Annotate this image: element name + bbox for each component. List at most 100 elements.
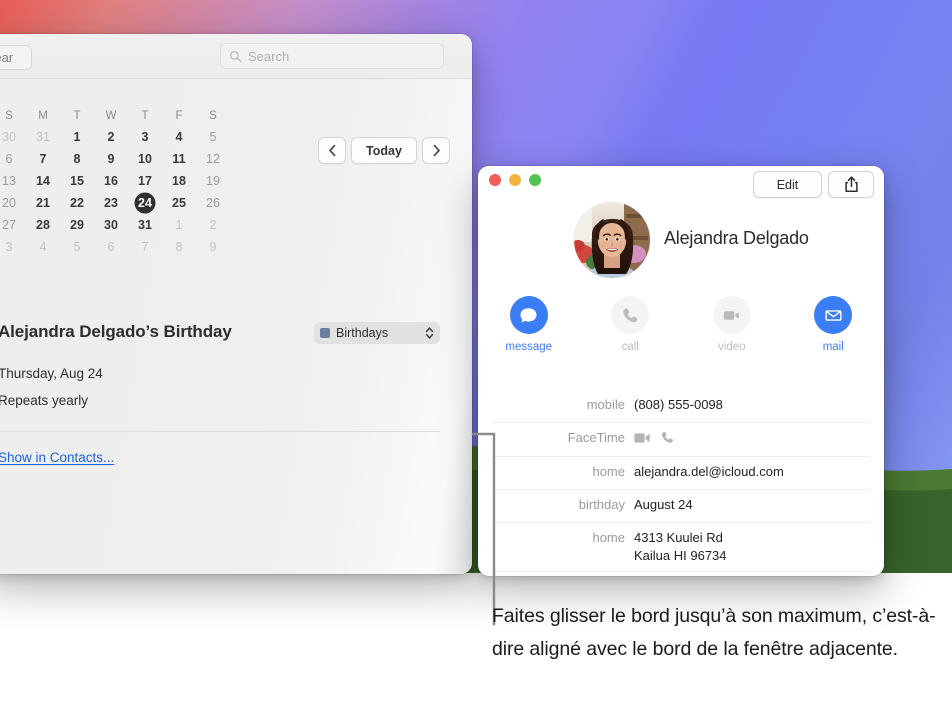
calendar-day-cell[interactable]: 23 xyxy=(94,192,128,214)
calendar-day-label: 4 xyxy=(39,240,47,254)
contact-field-row[interactable]: birthday August 24 xyxy=(492,489,870,522)
calendar-day-label: 11 xyxy=(172,152,186,166)
today-button[interactable]: Today xyxy=(351,137,417,164)
calendar-day-cell[interactable]: 4 xyxy=(26,236,60,258)
calendar-day-cell[interactable]: 31 xyxy=(26,126,60,148)
calendar-day-cell[interactable]: 21 xyxy=(26,192,60,214)
next-period-button[interactable] xyxy=(422,137,450,164)
calendar-day-cell[interactable]: 16 xyxy=(94,170,128,192)
calendar-day-cell[interactable]: 9 xyxy=(94,148,128,170)
contact-field-row[interactable]: home alejandra.del@icloud.com xyxy=(492,456,870,489)
calendar-day-cell[interactable]: 5 xyxy=(60,236,94,258)
day-of-week-header: T xyxy=(141,110,149,122)
calendar-day-cell[interactable]: 6 xyxy=(94,236,128,258)
day-of-week-header: S xyxy=(209,110,217,122)
share-contact-button[interactable] xyxy=(828,171,874,198)
calendar-day-cell[interactable]: 7 xyxy=(26,148,60,170)
calendar-day-cell[interactable]: 12 xyxy=(196,148,230,170)
calendar-window[interactable]: Year Search SMTWTFS 30311234567891011121… xyxy=(0,34,472,574)
day-of-week-header: F xyxy=(175,110,183,122)
calendar-day-cell[interactable]: 15 xyxy=(60,170,94,192)
calendar-day-label: 26 xyxy=(206,196,220,210)
minimize-window-button[interactable] xyxy=(509,174,521,186)
contact-field-row[interactable]: home 4313 Kuulei Rd Kailua HI 96734 xyxy=(492,522,870,571)
calendar-day-cell[interactable]: 17 xyxy=(128,170,162,192)
view-year-label: Year xyxy=(0,50,14,65)
day-of-week-header-row: SMTWTFS xyxy=(0,106,232,126)
view-year-button[interactable]: Year xyxy=(0,45,32,70)
calendar-day-cell[interactable]: 8 xyxy=(162,236,196,258)
show-in-contacts-link[interactable]: Show in Contacts... xyxy=(0,450,114,465)
callout-leader-line xyxy=(471,432,496,626)
phone-icon xyxy=(611,296,650,334)
contact-field-value-line1: 4313 Kuulei Rd xyxy=(634,530,723,545)
calendar-day-cell[interactable]: 19 xyxy=(196,170,230,192)
chevron-left-icon xyxy=(328,144,335,157)
calendar-day-cell[interactable]: 2 xyxy=(196,214,230,236)
action-message[interactable]: message xyxy=(478,296,580,353)
calendar-day-cell[interactable]: 31 xyxy=(128,214,162,236)
calendar-day-cell[interactable]: 7 xyxy=(128,236,162,258)
avatar xyxy=(574,202,650,278)
calendar-day-label: 7 xyxy=(141,240,149,254)
action-call: call xyxy=(580,296,682,353)
month-week-row: 6 7 8 9 10 11 12 xyxy=(0,148,232,170)
month-week-row: 13 14 15 16 17 18 19 xyxy=(0,170,232,192)
close-window-button[interactable] xyxy=(489,174,501,186)
day-of-week-header: W xyxy=(105,110,117,122)
phone-icon[interactable] xyxy=(660,430,675,450)
calendar-day-cell[interactable]: 2 xyxy=(94,126,128,148)
maximize-window-button[interactable] xyxy=(529,174,541,186)
previous-period-button[interactable] xyxy=(318,137,346,164)
calendar-day-cell[interactable]: 10 xyxy=(128,148,162,170)
action-video: video xyxy=(681,296,783,353)
calendar-day-cell[interactable]: 6 xyxy=(0,148,26,170)
contact-field-row[interactable]: mobile (808) 555-0098 xyxy=(492,390,870,422)
calendar-day-label: 6 xyxy=(107,240,115,254)
calendar-day-cell[interactable]: 11 xyxy=(162,148,196,170)
calendar-day-cell[interactable]: 27 xyxy=(0,214,26,236)
calendar-day-cell[interactable]: 9 xyxy=(196,236,230,258)
calendar-day-cell[interactable]: 1 xyxy=(162,214,196,236)
calendar-day-cell[interactable]: 20 xyxy=(0,192,26,214)
calendar-day-cell[interactable]: 29 xyxy=(60,214,94,236)
calendar-day-cell[interactable]: 8 xyxy=(60,148,94,170)
mini-month-grid[interactable]: SMTWTFS 30 31 1 2 3 4 5 6 7 8 9 10 11 12 13 14 15 16 17 18 1… xyxy=(0,106,232,258)
contact-field-row[interactable]: FaceTime xyxy=(492,422,870,456)
contact-card-window[interactable]: Edit Alejandra Delgado message call vide… xyxy=(478,166,884,576)
calendar-day-cell[interactable]: 30 xyxy=(94,214,128,236)
calendar-day-cell[interactable]: 25 xyxy=(162,192,196,214)
calendar-day-label: 13 xyxy=(2,174,16,188)
calendar-day-cell[interactable]: 1 xyxy=(60,126,94,148)
envelope-icon xyxy=(814,296,853,334)
calendar-day-cell[interactable]: 5 xyxy=(196,126,230,148)
calendar-day-cell[interactable]: 22 xyxy=(60,192,94,214)
calendar-day-cell[interactable]: 30 xyxy=(0,126,26,148)
calendar-day-label: 29 xyxy=(70,218,84,232)
calendar-day-cell[interactable]: 18 xyxy=(162,170,196,192)
search-placeholder: Search xyxy=(248,48,290,64)
event-title: Alejandra Delgado’s Birthday xyxy=(0,322,232,341)
calendar-day-cell[interactable]: 3 xyxy=(128,126,162,148)
calendar-day-cell[interactable]: 14 xyxy=(26,170,60,192)
calendar-day-cell[interactable]: 4 xyxy=(162,126,196,148)
calendar-day-label: 10 xyxy=(138,152,152,166)
calendar-day-label: 21 xyxy=(36,196,50,210)
video-camera-icon[interactable] xyxy=(634,431,651,450)
calendar-day-cell[interactable]: 28 xyxy=(26,214,60,236)
contact-field-value: 4313 Kuulei Rd Kailua HI 96734 xyxy=(634,529,870,565)
event-date: Thursday, Aug 24 xyxy=(0,366,103,381)
calendar-day-cell[interactable]: 24 xyxy=(128,192,162,214)
calendar-day-label: 3 xyxy=(141,130,149,144)
calendar-day-cell[interactable]: 3 xyxy=(0,236,26,258)
action-mail[interactable]: mail xyxy=(783,296,885,353)
edit-contact-button[interactable]: Edit xyxy=(753,171,822,198)
calendar-day-cell[interactable]: 13 xyxy=(0,170,26,192)
contact-field-value xyxy=(634,429,870,450)
calendar-day-label: 25 xyxy=(172,196,186,210)
calendar-day-label: 22 xyxy=(70,196,84,210)
calendar-day-label: 5 xyxy=(209,130,217,144)
calendar-day-cell[interactable]: 26 xyxy=(196,192,230,214)
event-calendar-popup-button[interactable]: Birthdays xyxy=(314,322,440,344)
search-input[interactable]: Search xyxy=(220,43,444,69)
